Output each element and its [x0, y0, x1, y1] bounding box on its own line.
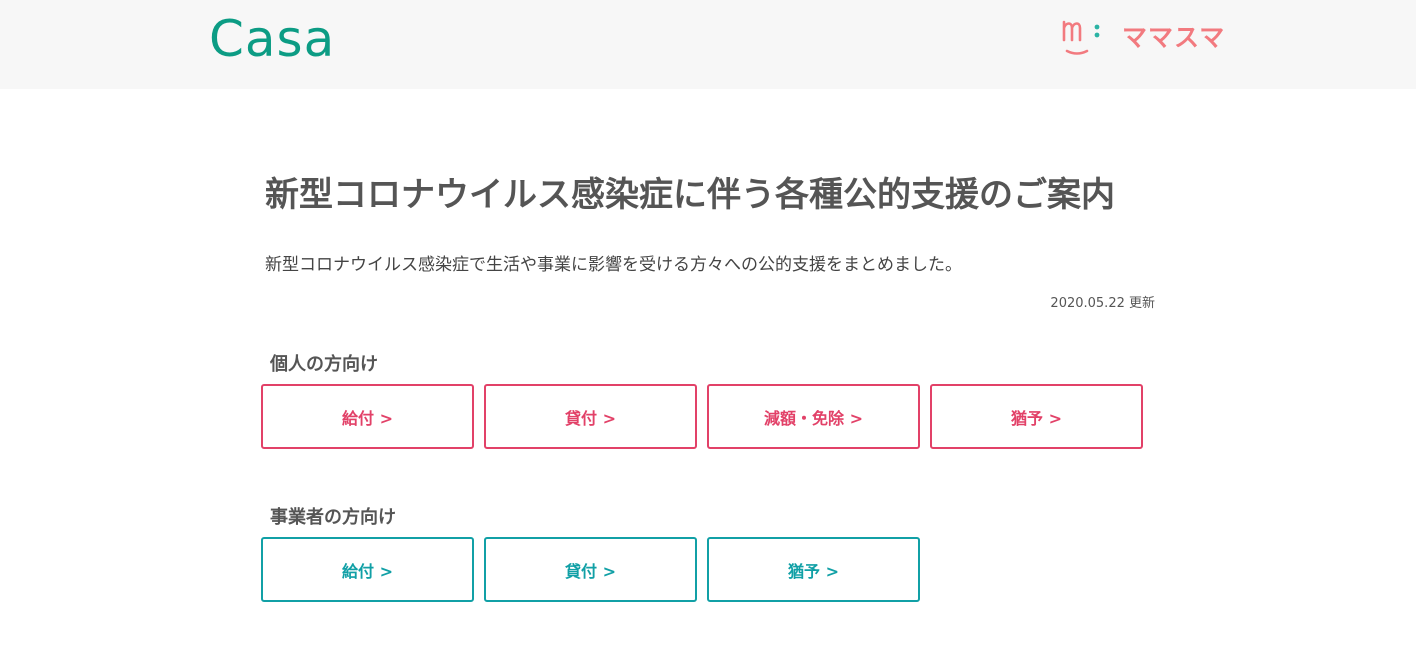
business-benefit-button[interactable]: 給付 > [261, 537, 474, 602]
business-loan-button[interactable]: 貸付 > [484, 537, 697, 602]
business-deferral-button[interactable]: 猶予 > [707, 537, 920, 602]
individual-deferral-button[interactable]: 猶予 > [930, 384, 1143, 449]
updated-date: 2020.05.22 更新 [1050, 296, 1155, 311]
business-button-row: 給付 > 貸付 > 猶予 > [261, 537, 920, 602]
individual-reduction-exemption-button[interactable]: 減額・免除 > [707, 384, 920, 449]
mamasuma-logo[interactable]: ママスマ [1060, 18, 1225, 58]
mamasuma-mark-icon [1062, 20, 1100, 55]
lead-text: 新型コロナウイルス感染症で生活や事業に影響を受ける方々への公的支援をまとめました… [265, 255, 962, 275]
casa-logo[interactable]: Casa [209, 6, 335, 72]
individual-section-heading: 個人の方向け [270, 354, 378, 375]
mamasuma-wordmark: ママスマ [1122, 23, 1226, 52]
page-title: 新型コロナウイルス感染症に伴う各種公的支援のご案内 [265, 175, 1115, 215]
individual-button-row: 給付 > 貸付 > 減額・免除 > 猶予 > [261, 384, 1143, 449]
site-header: Casa ママスマ [0, 0, 1416, 89]
individual-loan-button[interactable]: 貸付 > [484, 384, 697, 449]
business-section-heading: 事業者の方向け [270, 507, 396, 528]
individual-benefit-button[interactable]: 給付 > [261, 384, 474, 449]
